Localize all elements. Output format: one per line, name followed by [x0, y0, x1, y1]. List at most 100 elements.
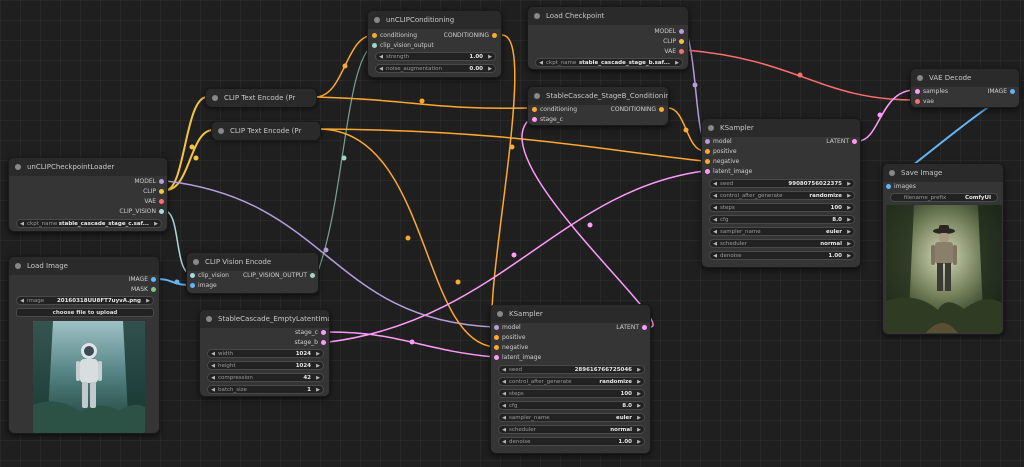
collapse-dot-icon[interactable] [708, 125, 714, 131]
width-widget[interactable]: ◀ width 1024 ▶ [207, 349, 324, 358]
strength-widget[interactable]: ◀ strength 1.00 ▶ [375, 52, 496, 61]
input-positive[interactable]: positive [705, 147, 737, 157]
node-title: CLIP Text Encode (Pr [230, 127, 302, 135]
input-latent-image[interactable]: latent_image [705, 167, 752, 177]
node-title: CLIP Vision Encode [205, 258, 272, 266]
node-clip-vision-encode[interactable]: CLIP Vision Encode clip_vision image CLI… [186, 252, 319, 294]
steps-widget[interactable]: ◀ steps 100 ▶ [498, 389, 645, 398]
steps-widget[interactable]: ◀ steps 100 ▶ [709, 203, 855, 212]
output-stage-b[interactable]: stage_b [295, 338, 326, 348]
sampler-name-widget[interactable]: ◀ sampler_name euler ▶ [498, 413, 645, 422]
node-load-checkpoint[interactable]: Load Checkpoint MODEL CLIP VAE ◀ ckpt_nam… [527, 6, 689, 70]
output-latent[interactable]: LATENT [826, 137, 857, 147]
node-title: Load Checkpoint [546, 12, 605, 20]
collapse-dot-icon[interactable] [534, 13, 540, 19]
output-image[interactable]: IMAGE [129, 275, 156, 285]
node-title: Load Image [27, 262, 68, 270]
batch-size-widget[interactable]: ◀ batch_size 1 ▶ [207, 385, 324, 394]
image-select[interactable]: ◀ image 20160318UU8FT7uyvA.png ▶ [16, 296, 154, 305]
seed-widget[interactable]: ◀ seed 99080756022375 ▶ [709, 179, 855, 188]
output-clip-vision-output[interactable]: CLIP_VISION_OUTPUT [243, 271, 315, 281]
output-mask[interactable]: MASK [131, 285, 156, 295]
input-conditioning[interactable]: conditioning [372, 31, 417, 41]
collapse-dot-icon[interactable] [917, 75, 923, 81]
input-clip-vision-output[interactable]: clip_vision_output [372, 41, 434, 51]
collapse-dot-icon[interactable] [206, 316, 212, 322]
height-widget[interactable]: ◀ height 1024 ▶ [207, 361, 324, 370]
denoise-widget[interactable]: ◀ denoise 1.00 ▶ [709, 251, 855, 260]
collapse-dot-icon[interactable] [15, 263, 21, 269]
input-negative[interactable]: negative [705, 157, 739, 167]
cfg-widget[interactable]: ◀ cfg 8.0 ▶ [498, 401, 645, 410]
node-ksampler-top[interactable]: KSampler model positive negative latent_… [701, 118, 861, 268]
scheduler-widget[interactable]: ◀ scheduler normal ▶ [498, 425, 645, 434]
node-vae-decode[interactable]: VAE Decode samples vae IMAGE [910, 68, 1020, 108]
input-model[interactable]: model [705, 137, 732, 147]
output-conditioning[interactable]: CONDITIONING [611, 105, 664, 115]
decrement-arrow-icon: ◀ [379, 53, 383, 60]
seed-widget[interactable]: ◀ seed 289616766725046 ▶ [498, 365, 645, 374]
output-image-preview [886, 205, 1002, 333]
increment-arrow-icon: ▶ [488, 65, 492, 72]
denoise-widget[interactable]: ◀ denoise 1.00 ▶ [498, 437, 645, 446]
node-title: KSampler [509, 310, 543, 318]
input-vae[interactable]: vae [915, 97, 934, 107]
node-save-image[interactable]: Save Image images filename_prefix ComfyUI [882, 163, 1004, 335]
input-negative[interactable]: negative [494, 343, 528, 353]
node-stage-b-conditioning[interactable]: StableCascade_StageB_Conditioning condit… [527, 86, 669, 126]
node-load-image[interactable]: Load Image IMAGE MASK ◀ image 20160318UU8F… [8, 256, 160, 434]
input-conditioning[interactable]: conditioning [532, 105, 577, 115]
node-title: unCLIPConditioning [386, 16, 455, 24]
ckpt-name-select[interactable]: ◀ ckpt_name stable_cascade_stage_b.saf... ▶ [535, 58, 683, 67]
node-title: StableCascade_EmptyLatentImage [218, 315, 329, 323]
node-clip-text-encode-2[interactable]: CLIP Text Encode (Pr [211, 121, 321, 140]
increment-arrow-icon: ▶ [488, 53, 492, 60]
output-image[interactable]: IMAGE [988, 87, 1015, 97]
collapse-dot-icon[interactable] [15, 164, 21, 170]
input-stage-c[interactable]: stage_c [532, 115, 563, 125]
collapse-dot-icon[interactable] [374, 17, 380, 23]
collapse-dot-icon[interactable] [889, 170, 895, 176]
node-title: CLIP Text Encode (Pr [224, 94, 296, 102]
cfg-widget[interactable]: ◀ cfg 8.0 ▶ [709, 215, 855, 224]
output-conditioning[interactable]: CONDITIONING [444, 31, 497, 41]
input-image[interactable]: image [190, 281, 217, 291]
input-image-preview [33, 321, 145, 433]
collapse-dot-icon[interactable] [218, 128, 224, 134]
node-title: VAE Decode [929, 74, 972, 82]
node-ksampler-bottom[interactable]: KSampler model positive negative latent_… [490, 304, 651, 454]
collapse-dot-icon[interactable] [534, 93, 540, 99]
input-model[interactable]: model [494, 323, 521, 333]
compression-widget[interactable]: ◀ compression 42 ▶ [207, 373, 324, 382]
control-after-generate-widget[interactable]: ◀ control_after_generate randomize ▶ [498, 377, 645, 386]
scheduler-widget[interactable]: ◀ scheduler normal ▶ [709, 239, 855, 248]
decrement-arrow-icon: ◀ [379, 65, 383, 72]
output-model[interactable]: MODEL [134, 177, 164, 187]
collapse-dot-icon[interactable] [212, 95, 218, 101]
sampler-name-widget[interactable]: ◀ sampler_name euler ▶ [709, 227, 855, 236]
node-empty-latent-image[interactable]: StableCascade_EmptyLatentImage stage_c s… [199, 309, 330, 397]
collapse-dot-icon[interactable] [193, 259, 199, 265]
output-model[interactable]: MODEL [654, 27, 684, 37]
control-after-generate-widget[interactable]: ◀ control_after_generate randomize ▶ [709, 191, 855, 200]
output-stage-c[interactable]: stage_c [295, 328, 326, 338]
input-samples[interactable]: samples [915, 87, 948, 97]
input-clip-vision[interactable]: clip_vision [190, 271, 229, 281]
output-clip[interactable]: CLIP [663, 37, 684, 47]
output-vae[interactable]: VAE [144, 197, 164, 207]
collapse-dot-icon[interactable] [497, 311, 503, 317]
choose-file-upload-button[interactable]: choose file to upload [16, 308, 154, 317]
output-clip[interactable]: CLIP [143, 187, 164, 197]
input-latent-image[interactable]: latent_image [494, 353, 541, 363]
output-latent[interactable]: LATENT [616, 323, 647, 333]
noise-augmentation-widget[interactable]: ◀ noise_augmentation 0.00 ▶ [375, 64, 496, 73]
node-unclip-checkpoint-loader[interactable]: unCLIPCheckpointLoader MODEL CLIP VAE CL… [8, 157, 168, 232]
filename-prefix-input[interactable]: filename_prefix ComfyUI [890, 193, 998, 202]
input-positive[interactable]: positive [494, 333, 526, 343]
output-clip-vision[interactable]: CLIP_VISION [119, 207, 164, 217]
node-clip-text-encode-1[interactable]: CLIP Text Encode (Pr [205, 88, 317, 107]
input-images[interactable]: images [886, 182, 916, 192]
node-unclip-conditioning[interactable]: unCLIPConditioning conditioning clip_vis… [367, 10, 502, 78]
output-vae[interactable]: VAE [664, 47, 684, 57]
ckpt-name-select[interactable]: ◀ ckpt_name stable_cascade_stage_c.saf... ▶ [16, 219, 162, 228]
